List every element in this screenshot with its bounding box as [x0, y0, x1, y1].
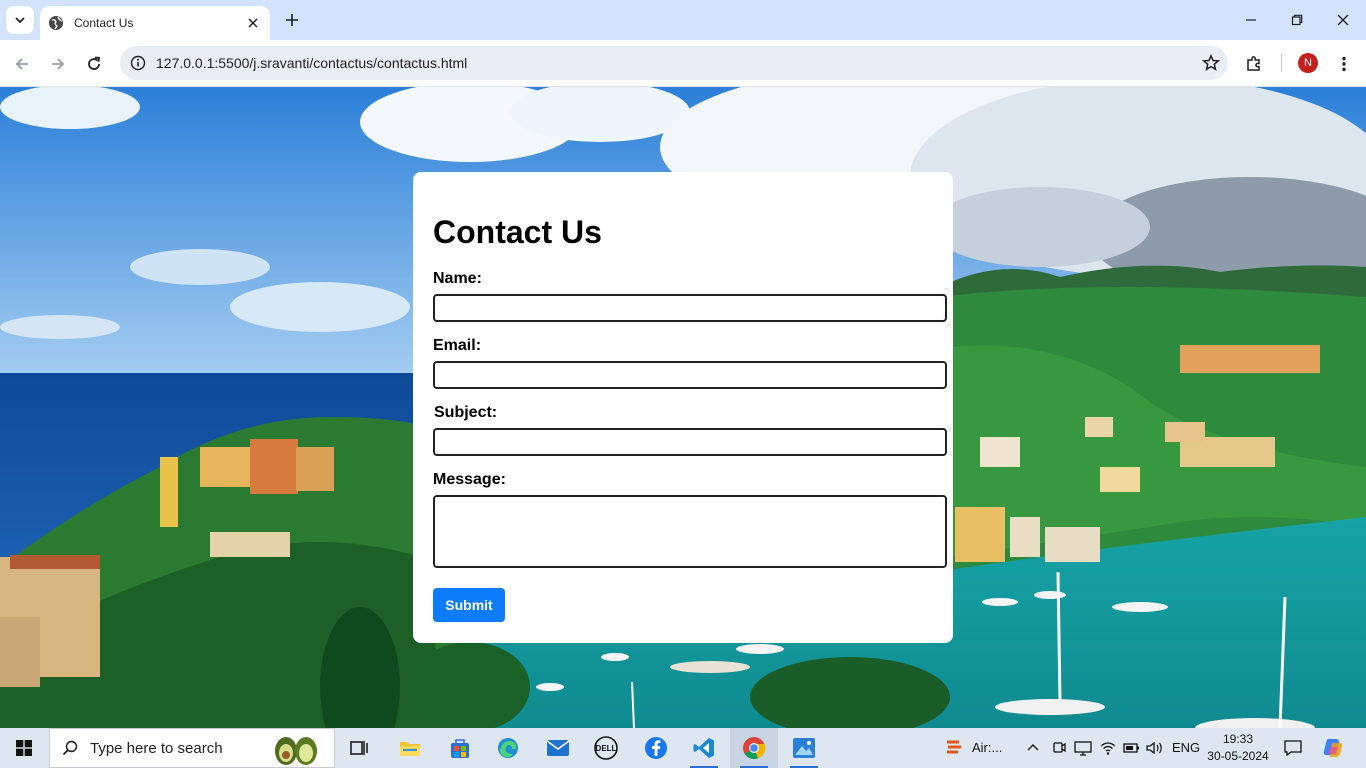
chevron-up-icon[interactable]	[1027, 742, 1039, 752]
chevron-down-icon	[15, 17, 25, 24]
subject-label: Subject:	[434, 404, 498, 421]
browser-toolbar: 127.0.0.1:5500/j.sravanti/contactus/cont…	[0, 40, 1366, 87]
windows-logo-icon	[16, 740, 32, 756]
search-placeholder: Type here to search	[90, 739, 223, 757]
svg-text:DELL: DELL	[596, 744, 617, 753]
avocado-icon	[275, 737, 317, 765]
language-indicator[interactable]: ENG	[1172, 740, 1200, 755]
url-text: 127.0.0.1:5500/j.sravanti/contactus/cont…	[156, 55, 468, 71]
new-tab-button[interactable]	[280, 8, 304, 32]
profile-avatar[interactable]: N	[1298, 53, 1318, 73]
dell-app[interactable]: DELL	[582, 728, 630, 768]
minimize-icon	[1246, 19, 1256, 21]
search-icon	[50, 740, 90, 756]
close-window-button[interactable]	[1320, 0, 1366, 40]
start-button[interactable]	[0, 728, 48, 768]
extensions-button[interactable]	[1240, 50, 1268, 78]
subject-input[interactable]	[433, 428, 947, 456]
store-bag-icon	[451, 739, 469, 758]
restore-button[interactable]	[1274, 0, 1320, 40]
wifi-icon[interactable]	[1100, 741, 1116, 755]
edge-browser-icon	[498, 738, 518, 758]
submit-button[interactable]: Submit	[433, 588, 505, 622]
reload-icon	[88, 56, 101, 70]
facebook-icon	[645, 737, 667, 759]
page-viewport: Contact Us Name: Email: Subject: Message…	[0, 87, 1366, 728]
copilot-icon[interactable]	[1322, 737, 1344, 759]
clock-date: 30-05-2024	[1207, 749, 1269, 763]
folder-icon	[400, 742, 420, 756]
address-bar[interactable]: 127.0.0.1:5500/j.sravanti/contactus/cont…	[120, 46, 1228, 80]
dell-logo-icon: DELL	[594, 736, 618, 760]
clock-time: 19:33	[1222, 732, 1254, 746]
taskbar: Type here to search DELL Air:... ENG 19:…	[0, 728, 1366, 768]
mail-app[interactable]	[534, 728, 582, 768]
chrome-icon	[743, 737, 766, 760]
taskbar-search-box[interactable]: Type here to search	[49, 728, 335, 768]
browser-tab[interactable]: Contact Us	[40, 6, 270, 40]
mail-envelope-icon	[546, 740, 570, 756]
site-info-icon[interactable]	[120, 46, 156, 80]
puzzle-icon	[1247, 56, 1260, 71]
system-clock[interactable]: 19:33 30-05-2024	[1200, 731, 1276, 765]
air-quality-icon[interactable]	[945, 738, 963, 758]
arrow-left-icon	[15, 58, 28, 70]
photos-icon	[793, 738, 815, 758]
task-view-button[interactable]	[336, 728, 384, 768]
notification-icon[interactable]	[1284, 740, 1302, 756]
bookmark-star-icon[interactable]	[1194, 46, 1228, 80]
message-label: Message:	[433, 471, 506, 488]
tab-search-button[interactable]	[6, 6, 34, 34]
message-textarea[interactable]	[433, 495, 947, 568]
back-button[interactable]	[8, 50, 36, 78]
display-icon[interactable]	[1074, 740, 1092, 756]
task-view-icon	[350, 741, 368, 755]
contact-form-card: Contact Us Name: Email: Subject: Message…	[413, 172, 953, 643]
name-label: Name:	[433, 270, 482, 287]
menu-button[interactable]	[1330, 50, 1358, 78]
close-icon	[1337, 14, 1349, 26]
chrome-app[interactable]	[730, 728, 778, 768]
restore-icon	[1291, 14, 1303, 26]
plus-icon	[286, 14, 298, 26]
reload-button[interactable]	[80, 50, 108, 78]
meet-now-icon[interactable]	[1052, 740, 1066, 756]
vscode-app[interactable]	[680, 728, 728, 768]
forward-button[interactable]	[44, 50, 72, 78]
photos-app[interactable]	[780, 728, 828, 768]
email-input[interactable]	[433, 361, 947, 389]
arrow-right-icon	[52, 58, 65, 70]
tab-title: Contact Us	[74, 16, 134, 30]
close-tab-icon[interactable]	[244, 14, 262, 32]
kebab-menu-icon	[1342, 56, 1346, 72]
page-title: Contact Us	[433, 214, 602, 250]
edge-app[interactable]	[484, 728, 532, 768]
toolbar-divider	[1281, 54, 1282, 72]
file-explorer-app[interactable]	[386, 728, 434, 768]
volume-icon[interactable]	[1146, 741, 1164, 755]
battery-icon[interactable]	[1123, 742, 1141, 754]
tab-strip: Contact Us	[0, 0, 1366, 40]
facebook-app[interactable]	[632, 728, 680, 768]
air-quality-label[interactable]: Air:...	[972, 740, 1002, 755]
minimize-button[interactable]	[1228, 0, 1274, 40]
email-label: Email:	[433, 337, 482, 354]
name-input[interactable]	[433, 294, 947, 322]
vscode-icon	[693, 738, 714, 758]
globe-icon	[48, 15, 64, 31]
store-app[interactable]	[436, 728, 484, 768]
